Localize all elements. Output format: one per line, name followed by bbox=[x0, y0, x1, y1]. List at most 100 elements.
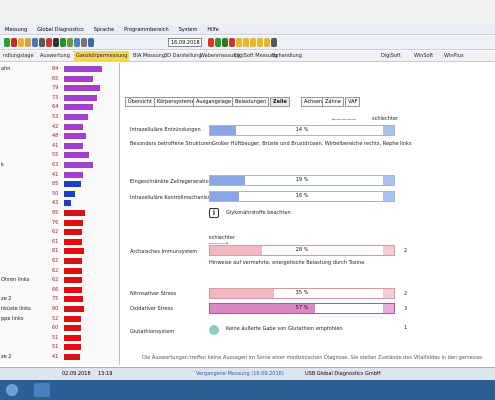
region-row[interactable]: 55 bbox=[0, 151, 120, 160]
region-row[interactable]: 81 bbox=[0, 247, 120, 256]
region-bar bbox=[64, 133, 86, 140]
folder-icon[interactable] bbox=[25, 38, 31, 47]
tools-icon[interactable] bbox=[81, 38, 87, 47]
forward-icon[interactable] bbox=[222, 38, 228, 47]
region-row[interactable]: 41 bbox=[0, 142, 120, 151]
region-row[interactable]: 42 bbox=[0, 123, 120, 132]
tab-körpersysteme[interactable]: Körpersysteme bbox=[154, 97, 198, 107]
chart-icon[interactable] bbox=[46, 38, 52, 47]
nav-winplus[interactable]: WinPlus bbox=[442, 51, 466, 62]
num-2-icon[interactable] bbox=[243, 38, 249, 47]
region-row[interactable]: ze 2 75 bbox=[0, 295, 120, 304]
nav-ndlungslage[interactable]: ndlungslage bbox=[1, 51, 36, 62]
tab-zähne[interactable]: Zähne bbox=[322, 97, 344, 107]
chart3-icon[interactable] bbox=[74, 38, 80, 47]
region-row[interactable]: 60 bbox=[0, 324, 120, 333]
region-value: 81 bbox=[52, 248, 59, 255]
region-row[interactable]: 51 bbox=[0, 343, 120, 352]
info-icon[interactable]: i bbox=[209, 208, 219, 218]
region-row[interactable]: 62 bbox=[0, 257, 120, 266]
num-1-icon[interactable] bbox=[236, 38, 242, 47]
nav-auswertung[interactable]: Auswertung bbox=[38, 51, 72, 62]
menu-item-1[interactable]: Global Diagnostics bbox=[37, 27, 84, 33]
region-row[interactable]: 62 bbox=[0, 228, 120, 237]
region-row[interactable]: 65 bbox=[0, 75, 120, 84]
region-value: 41 bbox=[52, 171, 59, 178]
region-row[interactable]: 64 bbox=[0, 103, 120, 112]
region-row[interactable]: 73 bbox=[0, 94, 120, 103]
bar-percent: 16 % bbox=[295, 193, 309, 199]
region-value: 84 bbox=[52, 66, 59, 72]
region-row[interactable]: 85 bbox=[0, 180, 120, 189]
nav-digisoft[interactable]: DigiSoft bbox=[379, 51, 403, 62]
cell-regeneration-label: Eingeschränkte Zellregeneration bbox=[130, 179, 212, 185]
region-value: 80 bbox=[52, 306, 59, 312]
nav-behandlung[interactable]: Behandlung bbox=[270, 51, 304, 62]
region-row[interactable]: 43 bbox=[0, 199, 120, 208]
num-5-icon[interactable] bbox=[264, 38, 270, 47]
save-icon[interactable] bbox=[32, 38, 38, 47]
region-value: 62 bbox=[52, 277, 59, 284]
region-row[interactable]: ze 2 41 bbox=[0, 353, 120, 362]
menu-item-3[interactable]: Programmbereich bbox=[124, 27, 169, 33]
status-time: 13:19 bbox=[98, 371, 113, 377]
region-row[interactable]: k 63 bbox=[0, 161, 120, 170]
region-row[interactable]: 79 bbox=[0, 84, 120, 93]
region-value: 42 bbox=[52, 123, 59, 130]
region-row[interactable]: 53 bbox=[0, 113, 120, 122]
region-bar bbox=[64, 238, 82, 245]
region-bar bbox=[64, 258, 82, 264]
region-row[interactable]: ahn 84 bbox=[0, 65, 120, 74]
tab-belastungen[interactable]: Belastungen bbox=[232, 97, 270, 107]
region-row[interactable]: 61 bbox=[0, 238, 120, 247]
cell-regeneration-bar: 19 % bbox=[209, 175, 395, 186]
yellow-circle-icon[interactable] bbox=[18, 38, 24, 47]
region-row[interactable]: 50 bbox=[0, 190, 120, 199]
menu-item-4[interactable]: System bbox=[179, 27, 198, 33]
tab-ausgangslage[interactable]: Ausgangslage bbox=[193, 97, 235, 107]
tab-übersicht[interactable]: Übersicht bbox=[125, 97, 155, 107]
red-circle-icon[interactable] bbox=[11, 38, 17, 47]
green-circle-icon[interactable] bbox=[4, 38, 10, 47]
play-icon[interactable] bbox=[60, 38, 66, 47]
tab-vaf[interactable]: VAF bbox=[345, 97, 361, 107]
menu-item-0[interactable]: Messung bbox=[5, 27, 27, 33]
region-row[interactable]: hküste links 80 bbox=[0, 305, 120, 314]
region-row[interactable]: 66 bbox=[0, 286, 120, 295]
region-bar bbox=[64, 229, 82, 236]
region-value: 76 bbox=[52, 219, 59, 226]
region-row[interactable]: 41 bbox=[0, 171, 120, 180]
region-row[interactable]: 76 bbox=[0, 219, 120, 228]
region-row[interactable]: Ohren links 62 bbox=[0, 276, 120, 285]
region-row[interactable]: 62 bbox=[0, 267, 120, 276]
chart2-icon[interactable] bbox=[67, 38, 73, 47]
play2-icon[interactable] bbox=[215, 38, 221, 47]
stop-icon[interactable] bbox=[229, 38, 235, 47]
num-3-icon[interactable] bbox=[250, 38, 256, 47]
taskbar-app-icon[interactable] bbox=[34, 383, 50, 397]
num-4-icon[interactable] bbox=[257, 38, 263, 47]
tab-zelle[interactable]: Zelle bbox=[270, 97, 290, 107]
region-row[interactable]: 51 bbox=[0, 334, 120, 343]
print-icon[interactable] bbox=[39, 38, 45, 47]
region-value: 52 bbox=[52, 315, 59, 322]
region-row[interactable]: 48 bbox=[0, 132, 120, 141]
record-icon[interactable] bbox=[208, 38, 214, 47]
date-field[interactable]: 16.09.2018 bbox=[168, 38, 202, 47]
barcode-icon[interactable] bbox=[53, 38, 59, 47]
menu-item-2[interactable]: Sprache bbox=[94, 27, 114, 33]
help-icon[interactable] bbox=[88, 38, 94, 47]
menu-item-5[interactable]: Hilfe bbox=[207, 27, 218, 33]
region-bar bbox=[64, 162, 93, 168]
nav-ganzk-rpermessung[interactable]: Ganzkörpermessung bbox=[74, 51, 130, 62]
worse-label-top: schlechter bbox=[372, 116, 398, 122]
start-button-icon[interactable] bbox=[6, 384, 18, 396]
archaic-immune-label: Archaisches Immunsystem bbox=[130, 249, 198, 255]
region-row[interactable]: 85 bbox=[0, 209, 120, 218]
region-value: 53 bbox=[52, 114, 59, 120]
region-label: hküste links bbox=[1, 306, 31, 312]
past-measurement[interactable]: Vergangene Messung (16.09.2018) bbox=[196, 368, 284, 380]
gear-icon[interactable] bbox=[271, 38, 277, 47]
region-row[interactable]: ppe links 52 bbox=[0, 315, 120, 324]
nav-winsoft[interactable]: WinSoft bbox=[412, 51, 435, 62]
